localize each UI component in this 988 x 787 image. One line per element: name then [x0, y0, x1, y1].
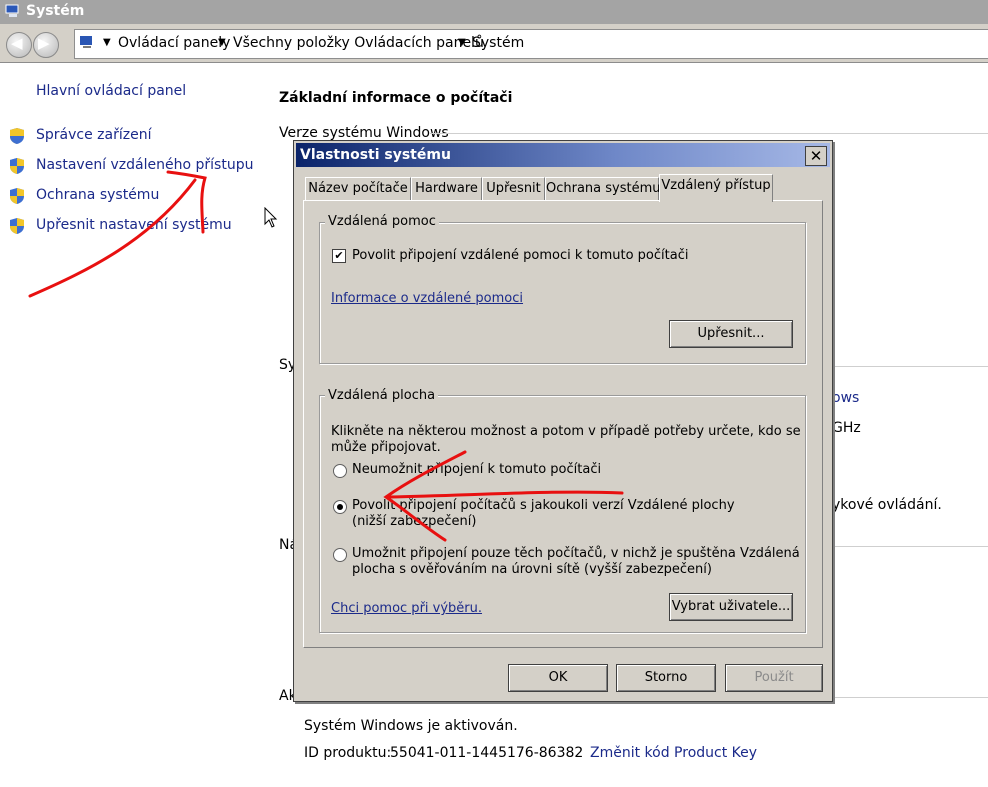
- device-manager-link[interactable]: Správce zařízení: [36, 127, 151, 143]
- advanced-button[interactable]: Upřesnit...: [669, 320, 793, 348]
- checkmark-icon: ✔: [334, 249, 344, 262]
- window-title: Systém: [26, 3, 85, 19]
- dialog-title: Vlastnosti systému: [300, 147, 451, 163]
- tab-hardware[interactable]: Hardware: [411, 177, 482, 200]
- back-button[interactable]: ◀: [6, 32, 32, 58]
- radio-allow-nla-only[interactable]: [333, 548, 347, 562]
- instructions-line-2: může připojovat.: [331, 440, 441, 455]
- breadcrumb[interactable]: ▼ Ovládací panely ▼ Všechny položky Ovlá…: [74, 29, 988, 59]
- tab-remote[interactable]: Vzdálený přístup: [659, 174, 773, 202]
- shield-icon: [10, 158, 24, 174]
- apply-button[interactable]: Použít: [725, 664, 823, 692]
- cancel-button[interactable]: Storno: [616, 664, 716, 692]
- option-nla-label[interactable]: Umožnit připojení pouze těch počítačů, v…: [352, 546, 800, 561]
- option-allow-any-label[interactable]: Povolit připojení počítačů s jakoukoli v…: [352, 498, 735, 513]
- advanced-settings-link[interactable]: Upřesnit nastavení systému: [36, 217, 232, 233]
- chevron-down-icon[interactable]: ▼: [218, 37, 226, 48]
- product-id-value: 55041-011-1445176-86382: [390, 745, 584, 761]
- remote-settings-link[interactable]: Nastavení vzdáleného přístupu: [36, 157, 253, 173]
- tab-computer-name[interactable]: Název počítače: [305, 177, 411, 200]
- arrow-right-icon: ▶: [38, 34, 50, 52]
- radio-allow-any-version[interactable]: [333, 500, 347, 514]
- computer-icon: [5, 4, 19, 17]
- assistance-info-link[interactable]: Informace o vzdálené pomoci: [331, 291, 523, 306]
- rating-link-fragment[interactable]: ows: [832, 390, 859, 406]
- close-icon: ✕: [809, 147, 823, 165]
- activation-status: Systém Windows je aktivován.: [304, 718, 518, 734]
- option-allow-any-sublabel[interactable]: (nižší zabezpečení): [352, 514, 476, 529]
- control-panel-icon: [80, 36, 92, 48]
- chevron-down-icon[interactable]: ▼: [103, 37, 111, 48]
- home-link[interactable]: Hlavní ovládací panel: [36, 83, 186, 99]
- option-deny-label[interactable]: Neumožnit připojení k tomuto počítači: [352, 462, 601, 477]
- remote-desktop-label: Vzdálená plocha: [325, 388, 439, 403]
- remote-assistance-label: Vzdálená pomoc: [325, 214, 439, 229]
- radio-selected-dot: [337, 504, 343, 510]
- close-button[interactable]: ✕: [805, 146, 827, 166]
- system-protection-link[interactable]: Ochrana systému: [36, 187, 159, 203]
- crumb-control-panel[interactable]: Ovládací panely: [118, 35, 230, 51]
- shield-icon: [10, 188, 24, 204]
- change-product-key-link[interactable]: Změnit kód Product Key: [590, 745, 757, 761]
- option-nla-sublabel[interactable]: plocha s ověřováním na úrovni sítě (vyšš…: [352, 562, 712, 577]
- help-choose-link[interactable]: Chci pomoc při výběru.: [331, 601, 482, 616]
- section-divider: [832, 546, 988, 547]
- crumb-system[interactable]: Systém: [472, 35, 524, 51]
- ok-button[interactable]: OK: [508, 664, 608, 692]
- crumb-all-items[interactable]: Všechny položky Ovládacích panelů: [233, 35, 484, 51]
- instructions-line-1: Klikněte na některou možnost a potom v p…: [331, 424, 801, 439]
- section-divider: [832, 697, 988, 698]
- address-bar: ◀ ▶ ▼ Ovládací panely ▼ Všechny položky …: [0, 24, 988, 63]
- processor-fragment: GHz: [832, 420, 861, 436]
- windows-edition-heading: Verze systému Windows: [279, 125, 449, 141]
- shield-icon: [10, 218, 24, 234]
- shield-icon: [10, 128, 24, 144]
- select-users-button[interactable]: Vybrat uživatele...: [669, 593, 793, 621]
- touch-input-fragment: ykové ovládání.: [832, 497, 942, 513]
- allow-assistance-label[interactable]: Povolit připojení vzdálené pomoci k tomu…: [352, 248, 688, 263]
- section-divider: [832, 366, 988, 367]
- system-properties-dialog: Vlastnosti systému ✕ Název počítače Hard…: [293, 140, 833, 702]
- page-heading: Základní informace o počítači: [279, 90, 513, 106]
- product-id-label: ID produktu:: [304, 745, 392, 761]
- allow-assistance-checkbox[interactable]: ✔: [332, 249, 346, 263]
- dialog-title-bar[interactable]: Vlastnosti systému ✕: [296, 143, 830, 167]
- tab-advanced[interactable]: Upřesnit: [482, 177, 545, 200]
- radio-deny-connections[interactable]: [333, 464, 347, 478]
- chevron-down-icon[interactable]: ▼: [458, 37, 466, 48]
- mouse-cursor-icon: [264, 207, 278, 228]
- forward-button[interactable]: ▶: [33, 32, 59, 58]
- section-divider: [430, 133, 988, 134]
- window-title-bar: Systém: [0, 0, 988, 24]
- arrow-left-icon: ◀: [11, 34, 23, 52]
- tab-system-protection[interactable]: Ochrana systému: [545, 177, 661, 200]
